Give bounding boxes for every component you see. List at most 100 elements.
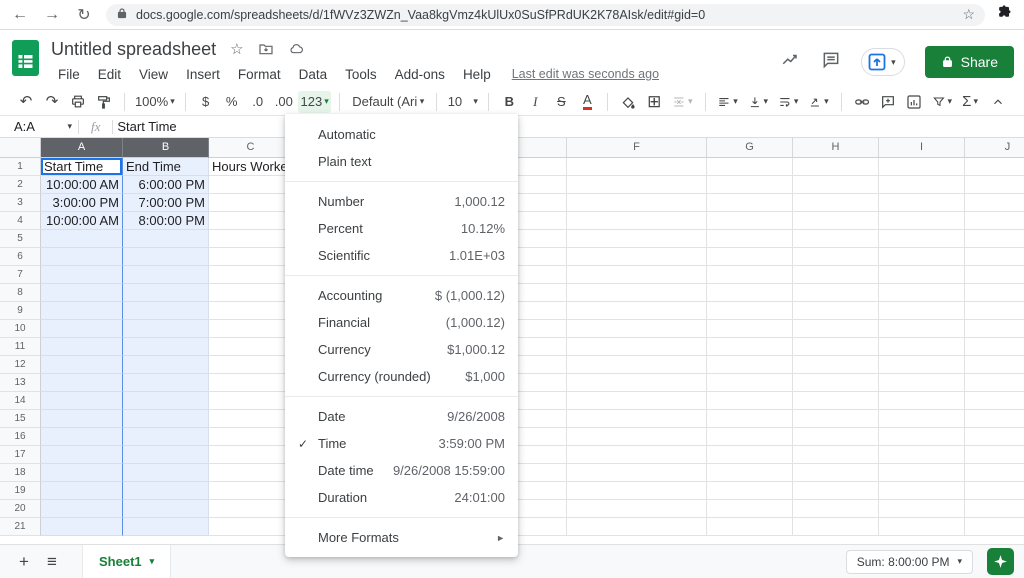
document-title[interactable]: Untitled spreadsheet	[51, 39, 216, 60]
cell-J7[interactable]	[965, 266, 1024, 284]
cell-B14[interactable]	[123, 392, 209, 410]
cell-J11[interactable]	[965, 338, 1024, 356]
cell-G15[interactable]	[707, 410, 793, 428]
cell-C16[interactable]	[209, 428, 293, 446]
cell-B10[interactable]	[123, 320, 209, 338]
cell-A9[interactable]	[41, 302, 123, 320]
row-header-4[interactable]: 4	[0, 212, 41, 230]
cell-F20[interactable]	[567, 500, 707, 518]
row-header-11[interactable]: 11	[0, 338, 41, 356]
cell-H13[interactable]	[793, 374, 879, 392]
cell-F8[interactable]	[567, 284, 707, 302]
cell-A2[interactable]: 10:00:00 AM	[41, 176, 123, 194]
column-header-B[interactable]: B	[123, 138, 209, 158]
row-header-21[interactable]: 21	[0, 518, 41, 536]
menu-item-financial[interactable]: Financial(1,000.12)	[285, 309, 518, 336]
column-header-A[interactable]: A	[41, 138, 123, 158]
cell-B5[interactable]	[123, 230, 209, 248]
cell-B9[interactable]	[123, 302, 209, 320]
cell-A4[interactable]: 10:00:00 AM	[41, 212, 123, 230]
cell-C15[interactable]	[209, 410, 293, 428]
menu-insert[interactable]: Insert	[179, 65, 227, 84]
decrease-decimal-button[interactable]: .0	[246, 91, 270, 113]
cell-J21[interactable]	[965, 518, 1024, 536]
insert-chart-icon[interactable]	[902, 91, 926, 113]
cell-I9[interactable]	[879, 302, 965, 320]
sum-indicator[interactable]: Sum: 8:00:00 PM ▾	[846, 550, 973, 574]
menu-item-scientific[interactable]: Scientific1.01E+03	[285, 242, 518, 269]
insights-trend-icon[interactable]	[779, 51, 801, 74]
formula-input[interactable]: Start Time	[113, 119, 176, 134]
cell-H6[interactable]	[793, 248, 879, 266]
cell-G17[interactable]	[707, 446, 793, 464]
cell-C6[interactable]	[209, 248, 293, 266]
row-header-15[interactable]: 15	[0, 410, 41, 428]
cell-H5[interactable]	[793, 230, 879, 248]
cell-C9[interactable]	[209, 302, 293, 320]
cell-F14[interactable]	[567, 392, 707, 410]
insert-link-icon[interactable]	[850, 91, 874, 113]
paint-format-icon[interactable]	[92, 91, 116, 113]
undo-icon[interactable]: ↶	[14, 91, 38, 113]
vertical-align-icon[interactable]: ▾	[744, 91, 772, 113]
reload-icon[interactable]: ↻	[74, 5, 94, 25]
increase-decimal-button[interactable]: .00	[272, 91, 296, 113]
menu-item-automatic[interactable]: Automatic	[285, 138, 518, 148]
cell-G7[interactable]	[707, 266, 793, 284]
filter-icon[interactable]: ▾	[928, 91, 956, 113]
forward-icon[interactable]: →	[42, 6, 62, 24]
collapse-toolbar-icon[interactable]	[986, 91, 1010, 113]
text-wrap-icon[interactable]: ▾	[774, 91, 802, 113]
cell-I14[interactable]	[879, 392, 965, 410]
cell-J2[interactable]	[965, 176, 1024, 194]
cell-I2[interactable]	[879, 176, 965, 194]
cell-C20[interactable]	[209, 500, 293, 518]
menu-format[interactable]: Format	[231, 65, 288, 84]
cell-H2[interactable]	[793, 176, 879, 194]
address-bar[interactable]: docs.google.com/spreadsheets/d/1fWVz3ZWZ…	[106, 4, 985, 26]
column-header-G[interactable]: G	[707, 138, 793, 158]
cell-A12[interactable]	[41, 356, 123, 374]
menu-item-number[interactable]: Number1,000.12	[285, 188, 518, 215]
cell-G5[interactable]	[707, 230, 793, 248]
cell-B2[interactable]: 6:00:00 PM	[123, 176, 209, 194]
cell-I10[interactable]	[879, 320, 965, 338]
format-currency-button[interactable]: $	[194, 91, 218, 113]
row-header-8[interactable]: 8	[0, 284, 41, 302]
cell-I15[interactable]	[879, 410, 965, 428]
cell-F15[interactable]	[567, 410, 707, 428]
cell-J14[interactable]	[965, 392, 1024, 410]
move-folder-icon[interactable]	[258, 41, 274, 57]
row-header-3[interactable]: 3	[0, 194, 41, 212]
cell-I1[interactable]	[879, 158, 965, 176]
cell-A10[interactable]	[41, 320, 123, 338]
cell-J13[interactable]	[965, 374, 1024, 392]
cell-A20[interactable]	[41, 500, 123, 518]
cell-I12[interactable]	[879, 356, 965, 374]
cell-G14[interactable]	[707, 392, 793, 410]
cell-A3[interactable]: 3:00:00 PM	[41, 194, 123, 212]
cell-C3[interactable]	[209, 194, 293, 212]
cell-I18[interactable]	[879, 464, 965, 482]
cell-C10[interactable]	[209, 320, 293, 338]
more-formats-button[interactable]: 123▾	[298, 91, 331, 113]
cell-C19[interactable]	[209, 482, 293, 500]
row-header-5[interactable]: 5	[0, 230, 41, 248]
explore-button[interactable]	[987, 548, 1014, 575]
cell-G21[interactable]	[707, 518, 793, 536]
cell-B8[interactable]	[123, 284, 209, 302]
cell-A18[interactable]	[41, 464, 123, 482]
cell-A5[interactable]	[41, 230, 123, 248]
row-header-7[interactable]: 7	[0, 266, 41, 284]
cell-C11[interactable]	[209, 338, 293, 356]
cell-C8[interactable]	[209, 284, 293, 302]
cell-C14[interactable]	[209, 392, 293, 410]
name-box[interactable]: A:A ▾	[0, 119, 78, 134]
comment-history-icon[interactable]	[821, 50, 841, 75]
cell-I4[interactable]	[879, 212, 965, 230]
menu-item-duration[interactable]: Duration24:01:00	[285, 484, 518, 511]
cell-C12[interactable]	[209, 356, 293, 374]
cell-B13[interactable]	[123, 374, 209, 392]
cell-H3[interactable]	[793, 194, 879, 212]
cell-J8[interactable]	[965, 284, 1024, 302]
